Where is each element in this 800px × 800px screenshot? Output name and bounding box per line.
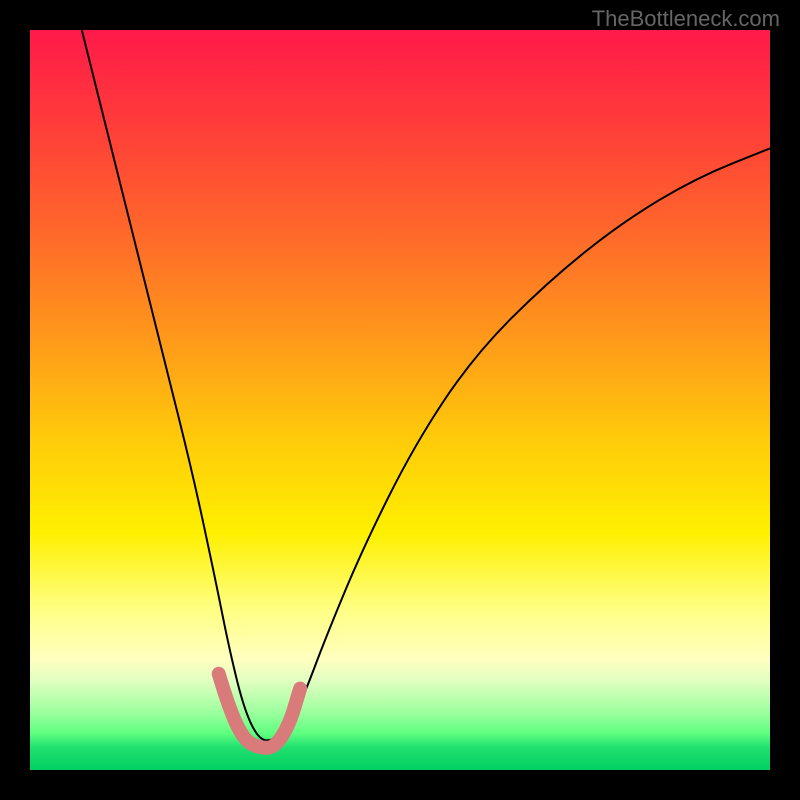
chart-plot-area: [30, 30, 770, 770]
bottleneck-curve-path: [82, 30, 770, 740]
watermark-text: TheBottleneck.com: [592, 6, 780, 32]
chart-svg: [30, 30, 770, 770]
